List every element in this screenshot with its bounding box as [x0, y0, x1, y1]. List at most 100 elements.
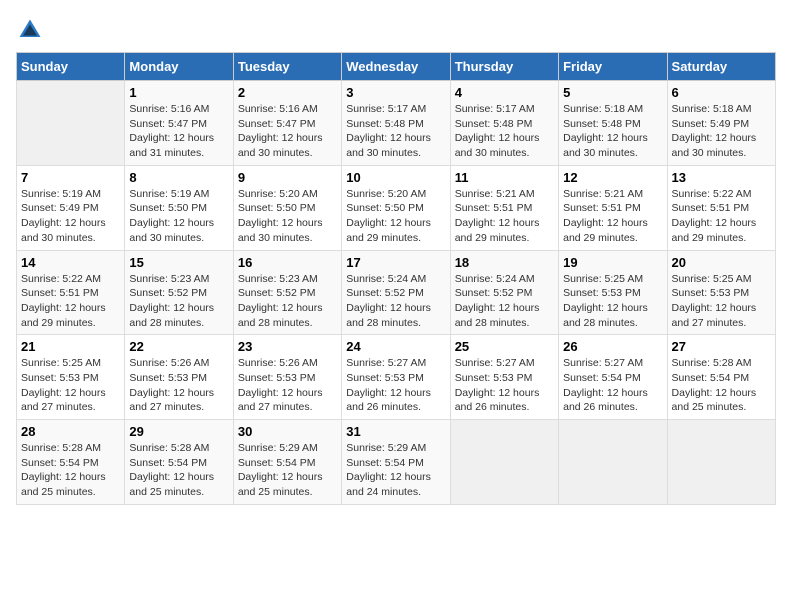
page-header	[16, 16, 776, 44]
week-row-1: 1 Sunrise: 5:16 AMSunset: 5:47 PMDaylight…	[17, 81, 776, 166]
day-info: Sunrise: 5:28 AMSunset: 5:54 PMDaylight:…	[672, 356, 771, 415]
day-info: Sunrise: 5:27 AMSunset: 5:53 PMDaylight:…	[455, 356, 554, 415]
day-info: Sunrise: 5:20 AMSunset: 5:50 PMDaylight:…	[238, 187, 337, 246]
weekday-header-thursday: Thursday	[450, 53, 558, 81]
day-number: 6	[672, 85, 771, 100]
day-cell: 6 Sunrise: 5:18 AMSunset: 5:49 PMDaylight…	[667, 81, 775, 166]
day-number: 16	[238, 255, 337, 270]
day-cell: 7 Sunrise: 5:19 AMSunset: 5:49 PMDaylight…	[17, 165, 125, 250]
day-info: Sunrise: 5:29 AMSunset: 5:54 PMDaylight:…	[346, 441, 445, 500]
weekday-header-friday: Friday	[559, 53, 667, 81]
day-number: 12	[563, 170, 662, 185]
day-info: Sunrise: 5:16 AMSunset: 5:47 PMDaylight:…	[129, 102, 228, 161]
day-info: Sunrise: 5:27 AMSunset: 5:53 PMDaylight:…	[346, 356, 445, 415]
weekday-header-tuesday: Tuesday	[233, 53, 341, 81]
day-info: Sunrise: 5:22 AMSunset: 5:51 PMDaylight:…	[672, 187, 771, 246]
day-info: Sunrise: 5:20 AMSunset: 5:50 PMDaylight:…	[346, 187, 445, 246]
day-cell: 21Sunrise: 5:25 AMSunset: 5:53 PMDayligh…	[17, 335, 125, 420]
calendar-table: SundayMondayTuesdayWednesdayThursdayFrid…	[16, 52, 776, 505]
day-cell: 8 Sunrise: 5:19 AMSunset: 5:50 PMDaylight…	[125, 165, 233, 250]
day-info: Sunrise: 5:19 AMSunset: 5:50 PMDaylight:…	[129, 187, 228, 246]
day-number: 4	[455, 85, 554, 100]
day-number: 10	[346, 170, 445, 185]
day-info: Sunrise: 5:19 AMSunset: 5:49 PMDaylight:…	[21, 187, 120, 246]
weekday-header-saturday: Saturday	[667, 53, 775, 81]
day-number: 9	[238, 170, 337, 185]
day-info: Sunrise: 5:28 AMSunset: 5:54 PMDaylight:…	[21, 441, 120, 500]
day-number: 19	[563, 255, 662, 270]
day-cell	[559, 420, 667, 505]
day-info: Sunrise: 5:26 AMSunset: 5:53 PMDaylight:…	[129, 356, 228, 415]
day-cell: 14 Sunrise: 5:22 AMSunset: 5:51 PMDayligh…	[17, 250, 125, 335]
day-cell: 15 Sunrise: 5:23 AMSunset: 5:52 PMDayligh…	[125, 250, 233, 335]
day-number: 13	[672, 170, 771, 185]
day-number: 22	[129, 339, 228, 354]
week-row-2: 7 Sunrise: 5:19 AMSunset: 5:49 PMDaylight…	[17, 165, 776, 250]
day-info: Sunrise: 5:17 AMSunset: 5:48 PMDaylight:…	[455, 102, 554, 161]
day-info: Sunrise: 5:25 AMSunset: 5:53 PMDaylight:…	[21, 356, 120, 415]
day-cell: 3 Sunrise: 5:17 AMSunset: 5:48 PMDaylight…	[342, 81, 450, 166]
day-cell	[667, 420, 775, 505]
day-cell: 28 Sunrise: 5:28 AMSunset: 5:54 PMDayligh…	[17, 420, 125, 505]
day-cell: 17Sunrise: 5:24 AMSunset: 5:52 PMDayligh…	[342, 250, 450, 335]
day-cell: 26 Sunrise: 5:27 AMSunset: 5:54 PMDayligh…	[559, 335, 667, 420]
day-number: 5	[563, 85, 662, 100]
logo-icon	[16, 16, 44, 44]
day-info: Sunrise: 5:16 AMSunset: 5:47 PMDaylight:…	[238, 102, 337, 161]
day-cell: 25 Sunrise: 5:27 AMSunset: 5:53 PMDayligh…	[450, 335, 558, 420]
day-cell: 2 Sunrise: 5:16 AMSunset: 5:47 PMDaylight…	[233, 81, 341, 166]
day-cell: 16 Sunrise: 5:23 AMSunset: 5:52 PMDayligh…	[233, 250, 341, 335]
day-cell: 20 Sunrise: 5:25 AMSunset: 5:53 PMDayligh…	[667, 250, 775, 335]
day-number: 7	[21, 170, 120, 185]
day-number: 29	[129, 424, 228, 439]
day-cell: 9 Sunrise: 5:20 AMSunset: 5:50 PMDaylight…	[233, 165, 341, 250]
day-cell	[17, 81, 125, 166]
week-row-5: 28 Sunrise: 5:28 AMSunset: 5:54 PMDayligh…	[17, 420, 776, 505]
weekday-header-monday: Monday	[125, 53, 233, 81]
day-cell: 12 Sunrise: 5:21 AMSunset: 5:51 PMDayligh…	[559, 165, 667, 250]
day-info: Sunrise: 5:28 AMSunset: 5:54 PMDaylight:…	[129, 441, 228, 500]
day-number: 11	[455, 170, 554, 185]
day-cell: 18 Sunrise: 5:24 AMSunset: 5:52 PMDayligh…	[450, 250, 558, 335]
day-info: Sunrise: 5:23 AMSunset: 5:52 PMDaylight:…	[238, 272, 337, 331]
day-number: 24	[346, 339, 445, 354]
day-number: 2	[238, 85, 337, 100]
day-cell: 1 Sunrise: 5:16 AMSunset: 5:47 PMDaylight…	[125, 81, 233, 166]
day-info: Sunrise: 5:21 AMSunset: 5:51 PMDaylight:…	[563, 187, 662, 246]
day-cell: 13 Sunrise: 5:22 AMSunset: 5:51 PMDayligh…	[667, 165, 775, 250]
day-info: Sunrise: 5:18 AMSunset: 5:48 PMDaylight:…	[563, 102, 662, 161]
day-number: 1	[129, 85, 228, 100]
day-info: Sunrise: 5:24 AMSunset: 5:52 PMDaylight:…	[455, 272, 554, 331]
day-number: 23	[238, 339, 337, 354]
day-number: 8	[129, 170, 228, 185]
day-number: 18	[455, 255, 554, 270]
day-cell: 24 Sunrise: 5:27 AMSunset: 5:53 PMDayligh…	[342, 335, 450, 420]
day-info: Sunrise: 5:22 AMSunset: 5:51 PMDaylight:…	[21, 272, 120, 331]
day-number: 28	[21, 424, 120, 439]
day-cell: 27Sunrise: 5:28 AMSunset: 5:54 PMDayligh…	[667, 335, 775, 420]
day-info: Sunrise: 5:27 AMSunset: 5:54 PMDaylight:…	[563, 356, 662, 415]
day-cell	[450, 420, 558, 505]
day-cell: 10 Sunrise: 5:20 AMSunset: 5:50 PMDayligh…	[342, 165, 450, 250]
day-cell: 30Sunrise: 5:29 AMSunset: 5:54 PMDayligh…	[233, 420, 341, 505]
day-number: 3	[346, 85, 445, 100]
day-info: Sunrise: 5:17 AMSunset: 5:48 PMDaylight:…	[346, 102, 445, 161]
day-number: 20	[672, 255, 771, 270]
day-info: Sunrise: 5:18 AMSunset: 5:49 PMDaylight:…	[672, 102, 771, 161]
day-number: 30	[238, 424, 337, 439]
week-row-4: 21Sunrise: 5:25 AMSunset: 5:53 PMDayligh…	[17, 335, 776, 420]
day-number: 31	[346, 424, 445, 439]
day-cell: 31 Sunrise: 5:29 AMSunset: 5:54 PMDayligh…	[342, 420, 450, 505]
day-number: 26	[563, 339, 662, 354]
day-info: Sunrise: 5:25 AMSunset: 5:53 PMDaylight:…	[563, 272, 662, 331]
weekday-header-sunday: Sunday	[17, 53, 125, 81]
week-row-3: 14 Sunrise: 5:22 AMSunset: 5:51 PMDayligh…	[17, 250, 776, 335]
day-cell: 19 Sunrise: 5:25 AMSunset: 5:53 PMDayligh…	[559, 250, 667, 335]
day-cell: 4 Sunrise: 5:17 AMSunset: 5:48 PMDaylight…	[450, 81, 558, 166]
day-number: 25	[455, 339, 554, 354]
day-number: 15	[129, 255, 228, 270]
day-info: Sunrise: 5:25 AMSunset: 5:53 PMDaylight:…	[672, 272, 771, 331]
day-info: Sunrise: 5:23 AMSunset: 5:52 PMDaylight:…	[129, 272, 228, 331]
weekday-header-wednesday: Wednesday	[342, 53, 450, 81]
day-number: 14	[21, 255, 120, 270]
